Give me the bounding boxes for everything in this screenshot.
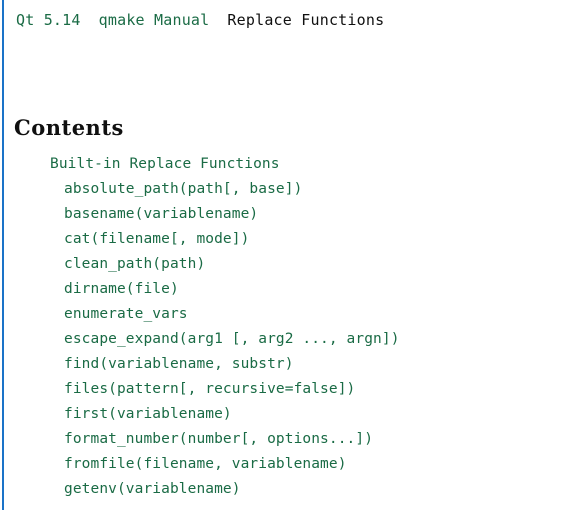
table-of-contents: Built-in Replace Functions absolute_path… [0, 152, 572, 502]
page-title: Contents [14, 115, 124, 140]
breadcrumb-item-qt-version[interactable]: Qt 5.14 [16, 11, 81, 29]
toc-item-enumerate-vars[interactable]: enumerate_vars [0, 302, 572, 327]
toc-item-getenv[interactable]: getenv(variablename) [0, 477, 572, 502]
toc-item-first[interactable]: first(variablename) [0, 402, 572, 427]
breadcrumb-item-qmake-manual[interactable]: qmake Manual [99, 11, 210, 29]
toc-item-built-in-replace-functions[interactable]: Built-in Replace Functions [0, 152, 572, 177]
toc-item-clean-path[interactable]: clean_path(path) [0, 252, 572, 277]
toc-item-files[interactable]: files(pattern[, recursive=false]) [0, 377, 572, 402]
toc-item-format-number[interactable]: format_number(number[, options...]) [0, 427, 572, 452]
toc-item-escape-expand[interactable]: escape_expand(arg1 [, arg2 ..., argn]) [0, 327, 572, 352]
breadcrumb: Qt 5.14 qmake Manual Replace Functions [16, 10, 384, 30]
toc-item-find[interactable]: find(variablename, substr) [0, 352, 572, 377]
breadcrumb-item-current-page: Replace Functions [227, 11, 385, 29]
toc-item-basename[interactable]: basename(variablename) [0, 202, 572, 227]
toc-item-absolute-path[interactable]: absolute_path(path[, base]) [0, 177, 572, 202]
toc-item-fromfile[interactable]: fromfile(filename, variablename) [0, 452, 572, 477]
toc-item-dirname[interactable]: dirname(file) [0, 277, 572, 302]
toc-item-cat[interactable]: cat(filename[, mode]) [0, 227, 572, 252]
